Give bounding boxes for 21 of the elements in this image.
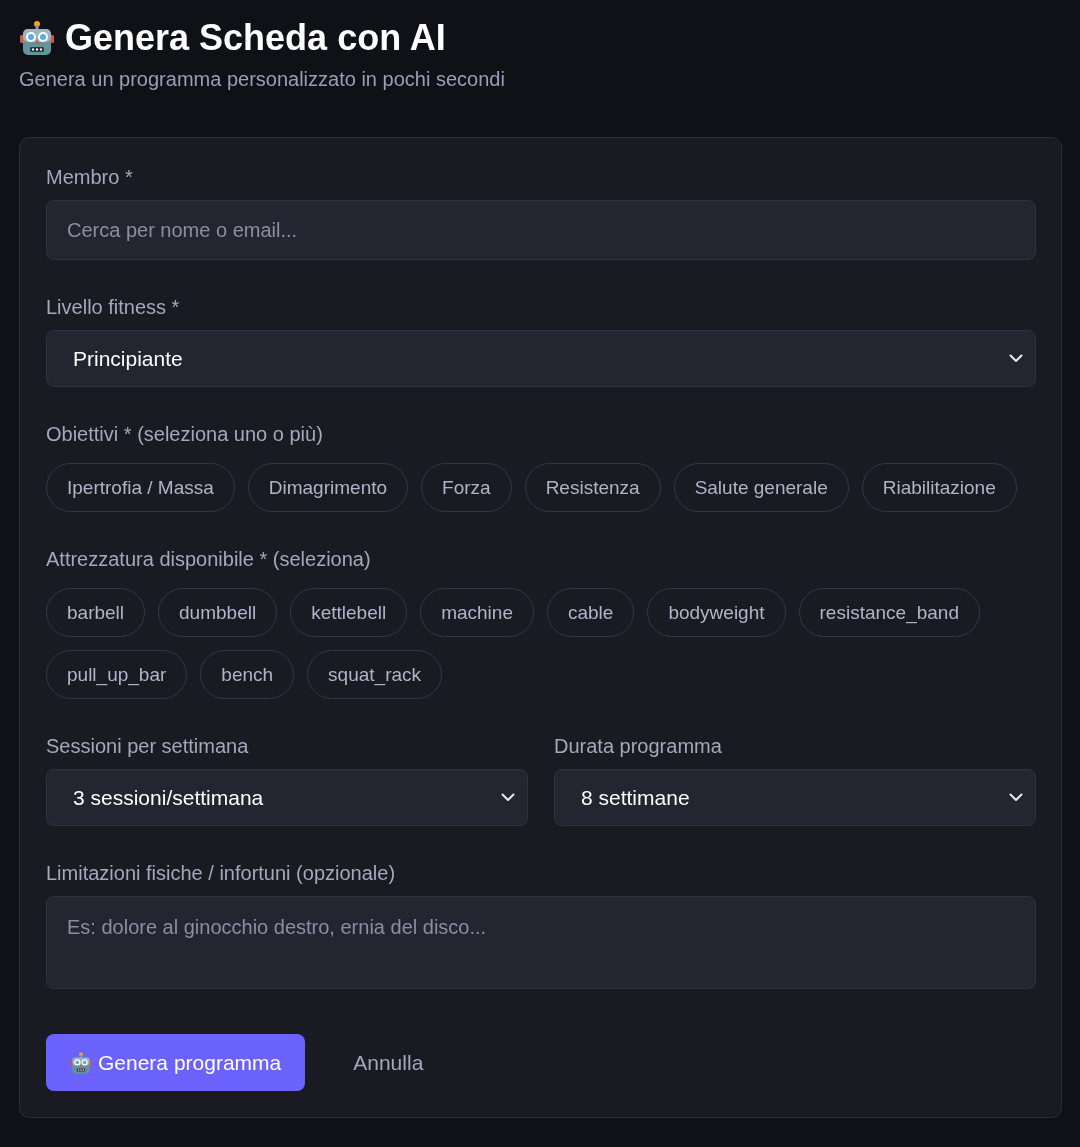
field-label: Durata programma	[554, 734, 723, 759]
chevron-down-icon	[501, 793, 515, 802]
textarea-field[interactable]: Es: dolore al ginocchio destro, ernia del disco...	[46, 896, 1036, 989]
field-label: Attrezzatura disponibile * (seleziona)	[46, 547, 372, 572]
field-label: Sessioni per settimana	[46, 734, 250, 759]
dropdown-select[interactable]: 8 settimane	[554, 769, 1036, 826]
field-label: Obiettivi * (seleziona uno o più)	[46, 422, 324, 447]
robot-icon	[19, 20, 55, 56]
generate-button[interactable]: Genera programma	[46, 1034, 306, 1091]
chevron-down-icon	[1009, 354, 1023, 363]
search-input-field[interactable]: Cerca per nome o email...	[46, 200, 1036, 260]
dropdown-select[interactable]: Principiante	[46, 330, 1036, 387]
page-subtitle: Genera un programma personalizzato in pochi secondi	[19, 67, 506, 92]
field-label: Livello fitness *	[46, 295, 181, 320]
robot-icon	[70, 1051, 92, 1074]
dropdown-select[interactable]: 3 sessioni/settimana	[46, 769, 528, 826]
page-title: Genera Scheda con AI	[65, 16, 446, 60]
chevron-down-icon	[1009, 793, 1023, 802]
field-label: Membro *	[46, 165, 134, 190]
cancel-button[interactable]: Annulla	[329, 1034, 448, 1091]
field-label: Limitazioni fisiche / infortuni (opzionale)	[46, 861, 397, 886]
